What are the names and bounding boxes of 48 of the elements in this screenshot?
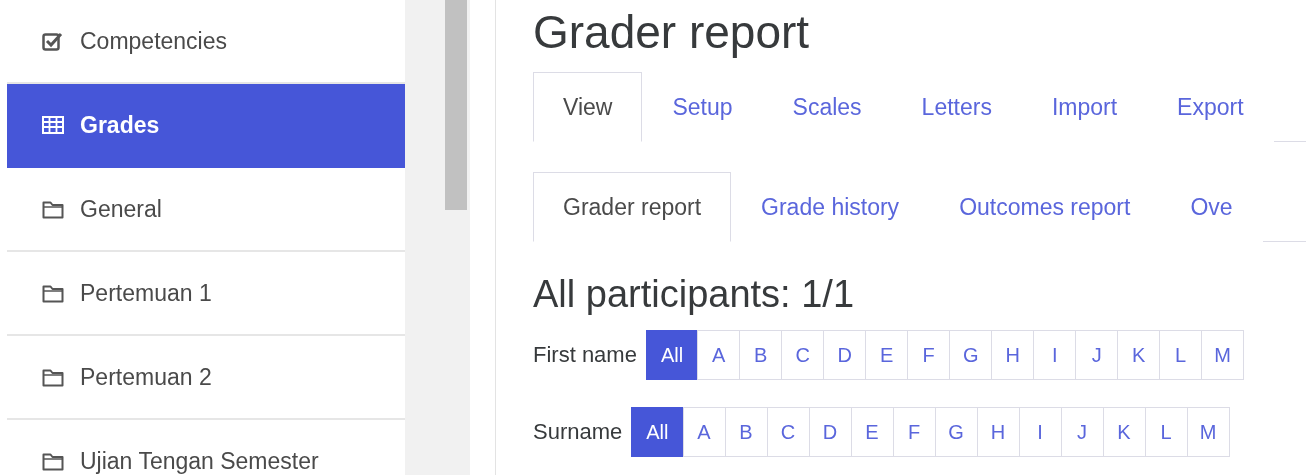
letter-filter[interactable]: F <box>907 330 951 380</box>
letter-filter[interactable]: All <box>631 407 684 457</box>
participants-heading: All participants: 1/1 <box>533 272 856 316</box>
letter-filter[interactable]: C <box>781 330 825 380</box>
letter-filter[interactable]: K <box>1102 407 1146 457</box>
sidebar-item-label: General <box>80 195 162 223</box>
sidebar-item-label: Competencies <box>80 27 228 55</box>
sidebar-item-label: Pertemuan 2 <box>80 363 212 391</box>
folder-icon <box>42 199 64 219</box>
sidebar-item-label: Pertemuan 1 <box>80 279 212 307</box>
letter-filter[interactable]: H <box>976 407 1020 457</box>
filter-label: First name <box>533 342 637 368</box>
letter-filter[interactable]: G <box>934 407 978 457</box>
folder-icon <box>42 451 64 471</box>
letter-filter[interactable]: I <box>1033 330 1077 380</box>
checkbox-icon <box>42 31 64 51</box>
letter-filter[interactable]: E <box>850 407 894 457</box>
letter-filter[interactable]: J <box>1075 330 1119 380</box>
sidebar-item-label: Grades <box>80 111 160 139</box>
letter-filter[interactable]: B <box>739 330 783 380</box>
letter-filter[interactable]: I <box>1018 407 1062 457</box>
tab[interactable]: Grader report <box>533 172 732 242</box>
letter-filter[interactable]: A <box>697 330 741 380</box>
letter-filter[interactable]: B <box>724 407 768 457</box>
letter-filter[interactable]: E <box>865 330 909 380</box>
filter-label: Surname <box>533 419 623 445</box>
letter-filter[interactable]: D <box>808 407 852 457</box>
letter-filter[interactable]: F <box>892 407 936 457</box>
scrollbar-thumb[interactable] <box>445 0 467 210</box>
letter-filter[interactable]: L <box>1159 330 1203 380</box>
folder-icon <box>42 367 64 387</box>
tab[interactable]: View <box>533 72 643 142</box>
sidebar-item-label: Ujian Tengan Semester <box>80 447 319 475</box>
letter-filter[interactable]: A <box>682 407 726 457</box>
letter-filter[interactable]: D <box>823 330 867 380</box>
letter-filter[interactable]: M <box>1186 407 1230 457</box>
folder-icon <box>42 283 64 303</box>
letter-filter[interactable]: M <box>1201 330 1245 380</box>
page-title: Grader report <box>533 5 811 60</box>
letter-filter[interactable]: G <box>949 330 993 380</box>
letter-filter[interactable]: L <box>1144 407 1188 457</box>
table-icon <box>42 116 64 134</box>
letter-filter[interactable]: J <box>1060 407 1104 457</box>
letter-filter[interactable]: H <box>991 330 1035 380</box>
letter-filter[interactable]: K <box>1117 330 1161 380</box>
letter-filter[interactable]: All <box>645 330 699 380</box>
sidebar-item[interactable]: Grades <box>7 84 405 168</box>
letter-filter[interactable]: C <box>766 407 810 457</box>
